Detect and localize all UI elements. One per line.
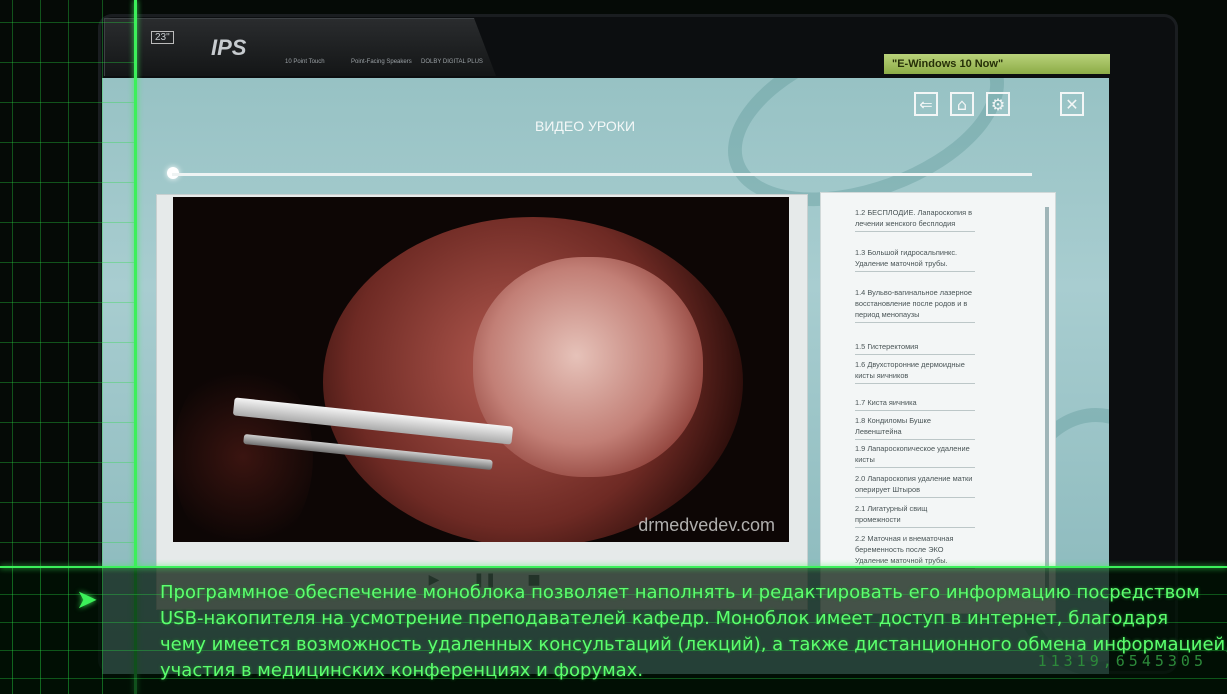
- list-item[interactable]: 1.8 Кондиломы Бушке Левенштейна: [855, 415, 975, 440]
- hud-grid-line: [68, 566, 69, 694]
- monitor-feature-badges: 23" IPS 10 Point Touch Point-Facing Spea…: [104, 18, 496, 76]
- badge-speakers: Point-Facing Speakers: [351, 59, 412, 65]
- hud-grid-line: [0, 542, 136, 543]
- hud-grid-line: [0, 342, 136, 343]
- hud-grid-line: [0, 302, 136, 303]
- back-arrow-icon[interactable]: ⇐: [914, 92, 938, 116]
- hud-grid-line: [0, 62, 136, 63]
- hud-counter: 11319,6545305: [1037, 652, 1207, 670]
- video-lesson-list: 1.2 БЕСПЛОДИЕ. Лапароскопия в лечении же…: [820, 192, 1056, 614]
- page-title: ВИДЕО УРОКИ: [534, 118, 636, 134]
- video-panel: drmedvedev.com ▶ ❚❚ ■: [156, 194, 808, 610]
- hud-grid-line: [12, 566, 13, 694]
- list-item[interactable]: 2.1 Лигатурный свищ промежности: [855, 503, 975, 528]
- hud-grid-line: [0, 22, 136, 23]
- hud-grid-line: [0, 462, 136, 463]
- windows-sticker: "E-Windows 10 Now": [884, 54, 1110, 74]
- gear-icon[interactable]: ⚙: [986, 92, 1010, 116]
- hud-grid-line: [0, 422, 136, 423]
- close-icon[interactable]: ✕: [1060, 92, 1084, 116]
- hud-grid-line: [0, 502, 136, 503]
- home-icon[interactable]: ⌂: [950, 92, 974, 116]
- list-item[interactable]: 1.4 Вульво-вагинальное лазерное восстано…: [855, 287, 975, 323]
- list-item[interactable]: 1.2 БЕСПЛОДИЕ. Лапароскопия в лечении же…: [855, 207, 975, 232]
- badge-ips: IPS: [211, 35, 247, 60]
- hud-horizontal-bar: [0, 566, 1227, 568]
- arrow-right-icon: ➤: [76, 585, 98, 615]
- badge-dolby: DOLBY DIGITAL PLUS: [421, 59, 483, 65]
- list-item[interactable]: 1.6 Двухсторонние дермоидные кисты яични…: [855, 359, 975, 384]
- list-item[interactable]: 2.2 Маточная и внематочная беременность …: [855, 533, 975, 569]
- progress-slider-track[interactable]: [172, 173, 1032, 176]
- video-player[interactable]: drmedvedev.com: [173, 197, 789, 542]
- video-watermark: drmedvedev.com: [638, 515, 775, 535]
- list-item[interactable]: 1.5 Гистеректомия: [855, 341, 975, 355]
- list-item[interactable]: 1.7 Киста яичника: [855, 397, 975, 411]
- hud-grid-line: [40, 566, 41, 694]
- hud-grid-line: [0, 102, 136, 103]
- hud-grid-line: [0, 222, 136, 223]
- hud-grid-line: [0, 182, 136, 183]
- list-item[interactable]: 1.3 Большой гидросальпинкс. Удаление мат…: [855, 247, 975, 272]
- video-controls: ▶ ❚❚ ■: [173, 545, 789, 588]
- playlist-scrollbar[interactable]: [1045, 207, 1049, 597]
- badge-screen-size: 23": [151, 31, 174, 44]
- caption-line: USB-накопителя на усмотрение преподавате…: [160, 608, 1169, 629]
- badge-touch: 10 Point Touch: [285, 59, 325, 65]
- list-item[interactable]: 2.0 Лапароскопия удаление матки оперируе…: [855, 473, 975, 498]
- hud-grid-line: [0, 262, 136, 263]
- caption-line: Программное обеспечение моноблока позвол…: [160, 582, 1200, 603]
- list-item[interactable]: 1.9 Лапароскопическое удаление кисты: [855, 443, 975, 468]
- hud-grid-line: [0, 382, 136, 383]
- hud-grid-line: [102, 566, 103, 694]
- hud-grid-line: [0, 142, 136, 143]
